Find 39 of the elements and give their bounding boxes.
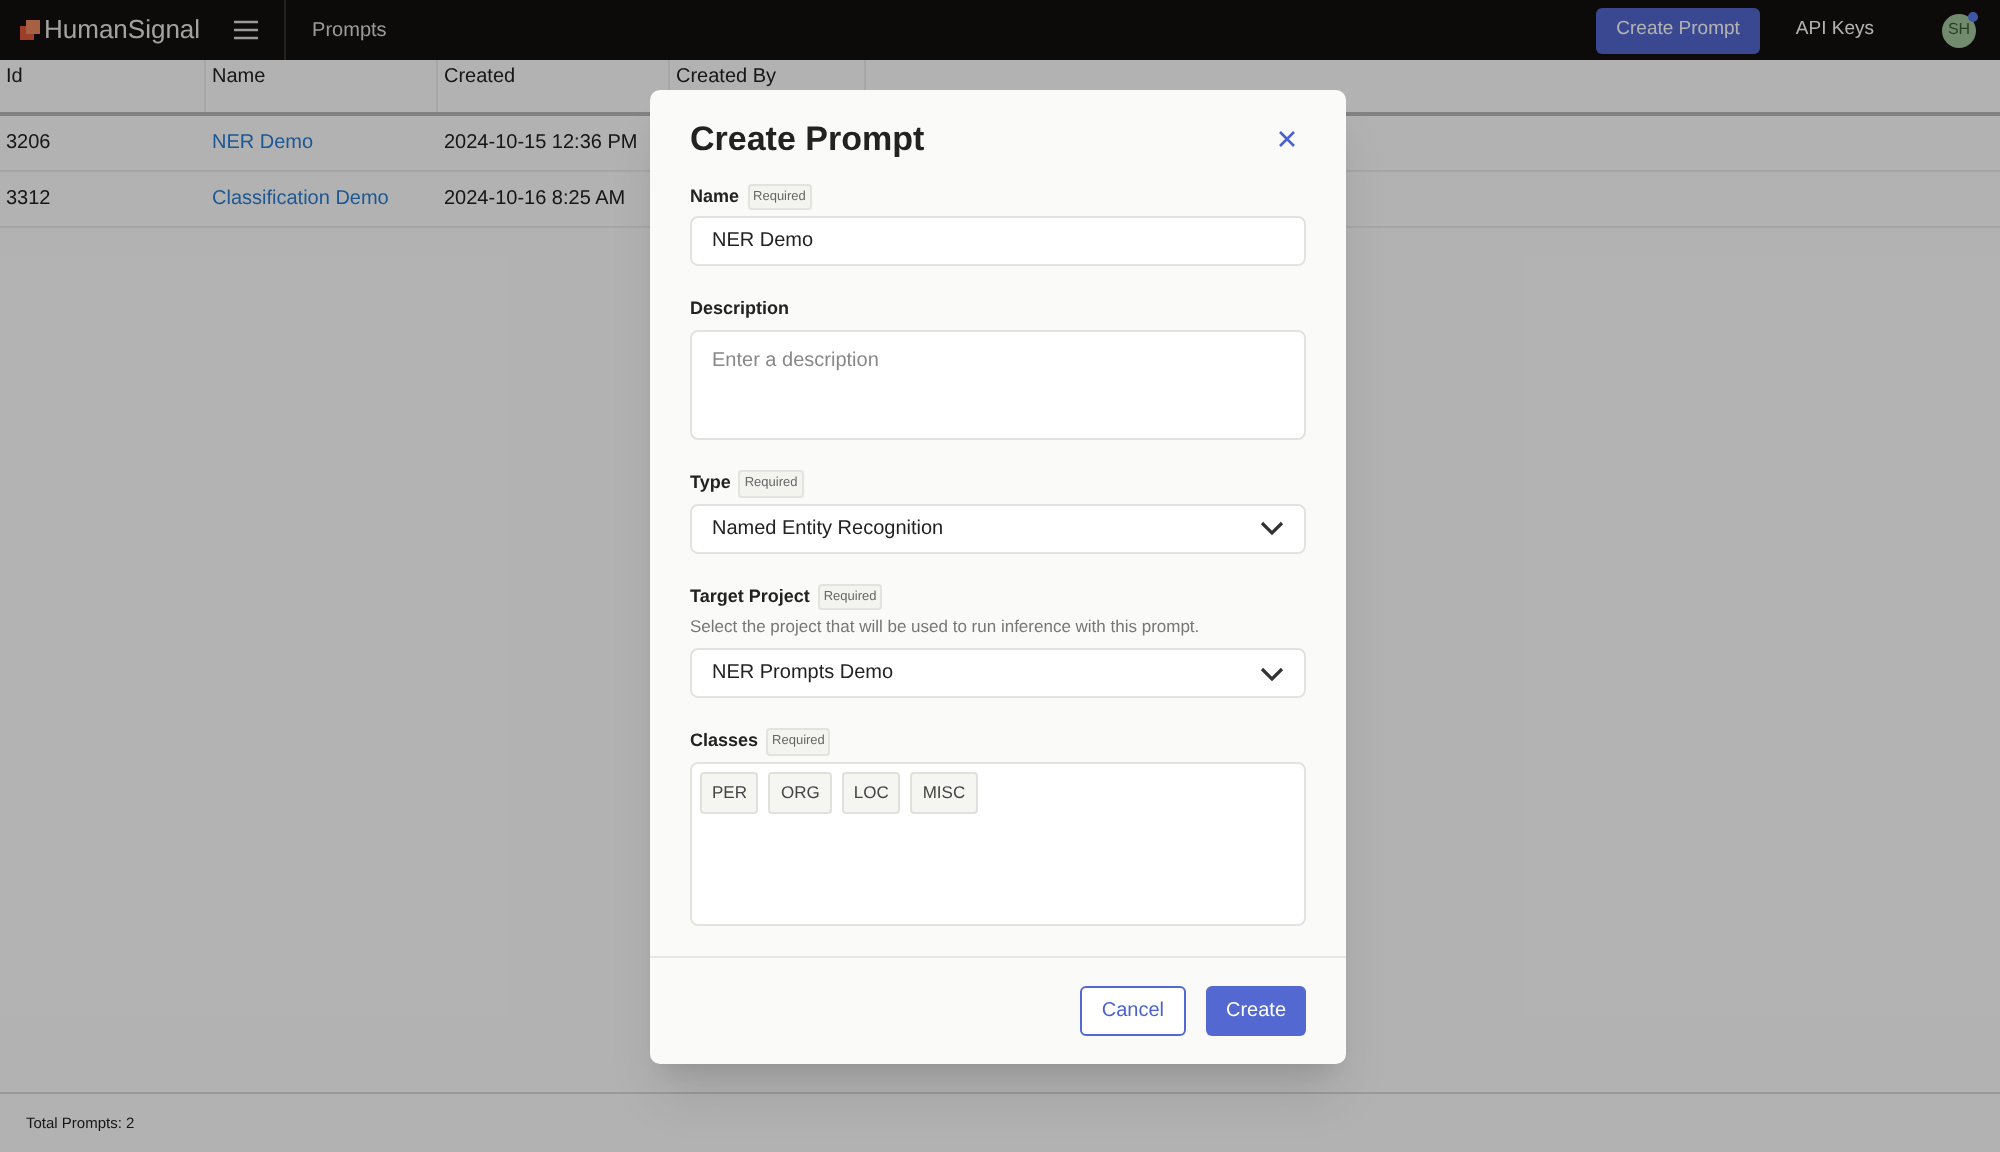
brand-name: HumanSignal [44, 12, 201, 49]
class-tag: LOC [841, 771, 901, 813]
field-label: Target Project [690, 583, 810, 610]
class-tag: MISC [910, 771, 978, 813]
logo-icon [20, 20, 40, 40]
column-header: Created By [676, 68, 777, 88]
table-cell-text: 3312 [4, 186, 53, 214]
chevron-down-icon [1260, 520, 1284, 536]
cancel-button[interactable]: Cancel [1079, 986, 1186, 1036]
field-label: Name [690, 183, 740, 210]
chevron-down-icon [1260, 665, 1284, 681]
table-cell-text: 2024-10-15 12:36 PM [442, 130, 640, 158]
prompt-link[interactable]: NER Demo [206, 128, 438, 158]
help-text: Select the project that will be used to run inference with this prompt. [690, 614, 1202, 640]
select-dropdown[interactable]: Named Entity Recognition [690, 503, 1306, 553]
field-label: Description [690, 296, 790, 323]
api-keys-button[interactable]: API Keys [1795, 15, 1874, 45]
classes-field[interactable]: PER ORG LOC MISC [690, 761, 1306, 926]
close-icon[interactable] [1278, 130, 1296, 149]
table-cell-text: 3206 [4, 130, 53, 158]
class-tag: ORG [768, 771, 832, 813]
field-label: Classes [690, 728, 759, 755]
notification-dot-icon [1968, 11, 1978, 21]
column-header: Name [212, 68, 266, 88]
table-cell-text: 2024-10-16 8:25 AM [442, 186, 628, 214]
create-button[interactable]: Create [1205, 986, 1306, 1036]
prompt-link[interactable]: Classification Demo [206, 184, 438, 214]
dialog-title: Create Prompt [690, 118, 925, 162]
page-title: Prompts [312, 17, 387, 45]
select-dropdown[interactable]: NER Prompts Demo [690, 648, 1306, 698]
avatar[interactable]: SH [1942, 13, 1976, 47]
description-input-field[interactable]: Enter a description [690, 329, 1306, 440]
name-input-field[interactable]: NER Demo [690, 216, 1306, 267]
column-header: Id [6, 68, 23, 88]
class-tag: PER [700, 771, 759, 813]
field-label: Type [690, 469, 731, 496]
create-prompt-button[interactable]: Create Prompt [1596, 7, 1760, 53]
column-header: Created [444, 68, 516, 88]
menu-icon[interactable] [234, 20, 259, 40]
